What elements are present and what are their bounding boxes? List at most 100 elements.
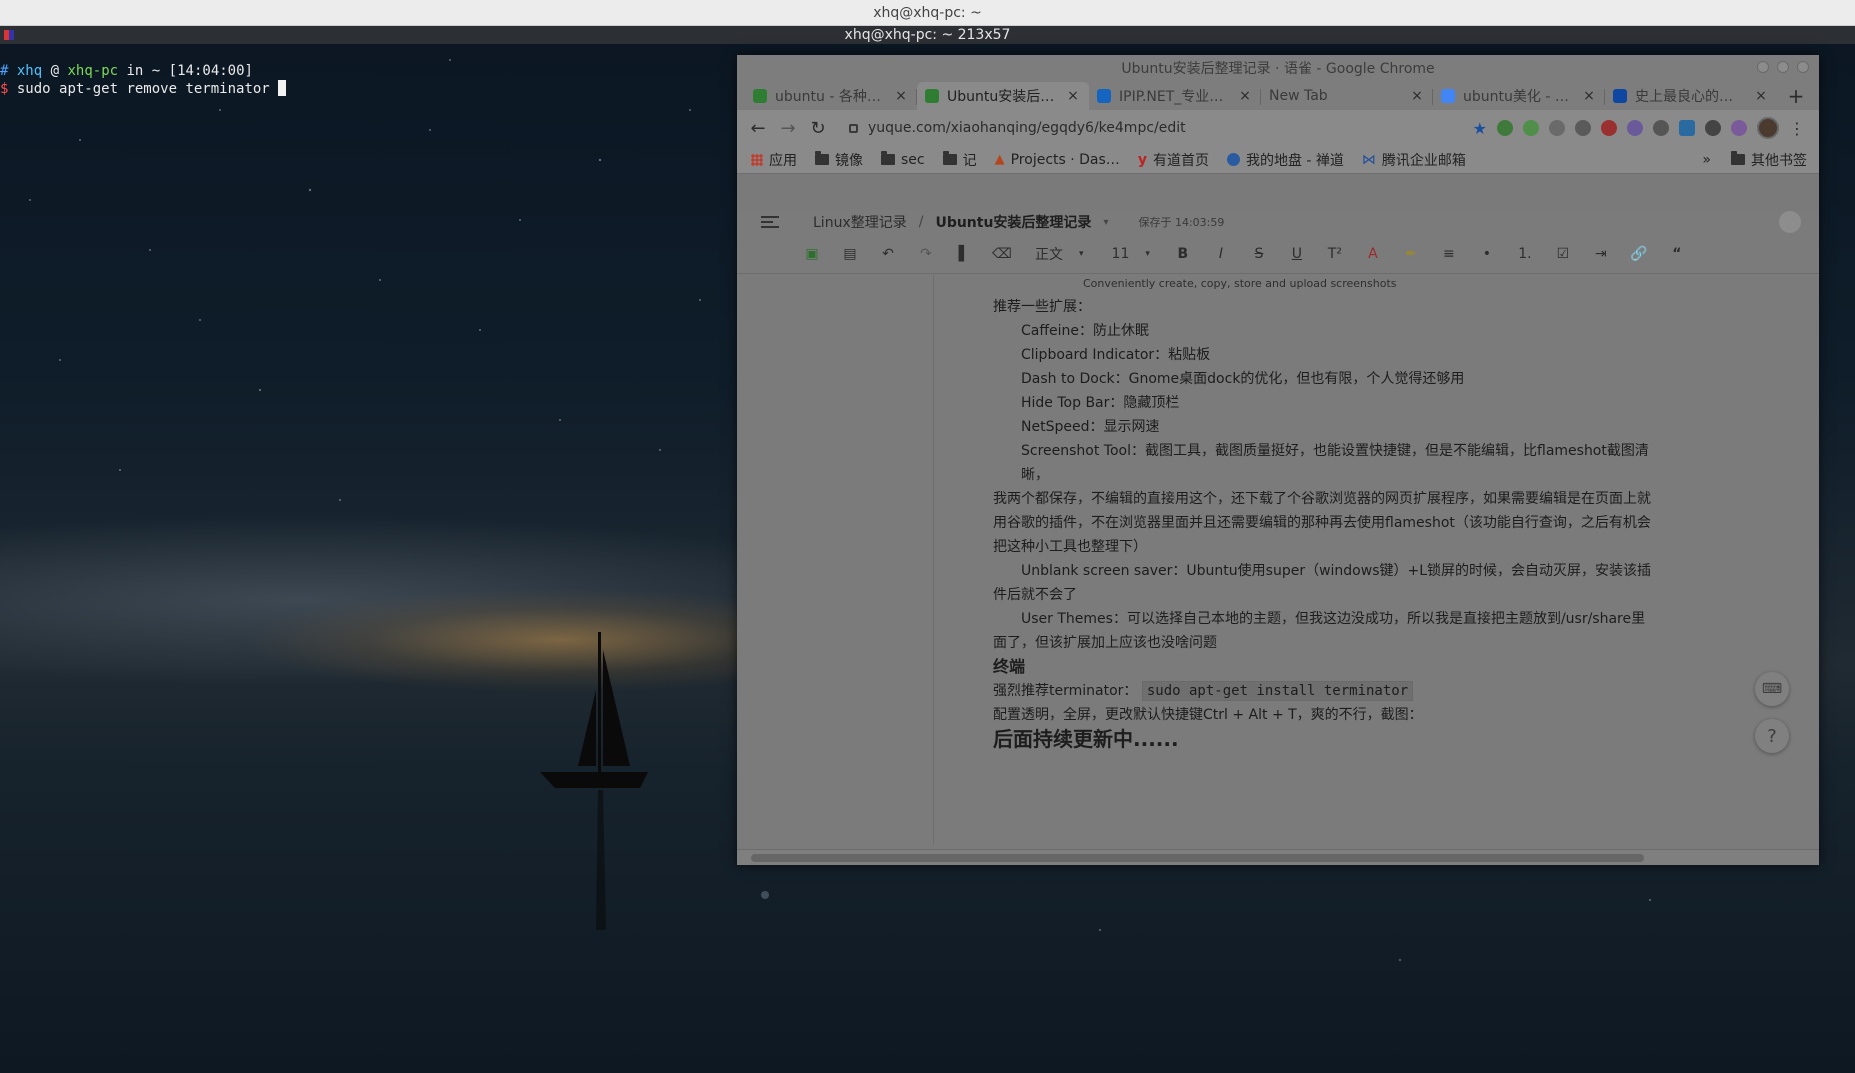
font-size-select[interactable]: 11 ▾ — [1106, 243, 1156, 265]
superscript-icon[interactable]: T² — [1324, 243, 1346, 265]
chrome-menu-icon[interactable]: ⋮ — [1789, 119, 1805, 138]
keyboard-shortcut-button[interactable]: ⌨ — [1755, 672, 1789, 706]
list-item: Caffeine：防止休眠 — [1021, 323, 1149, 339]
font-color-icon[interactable]: A — [1362, 243, 1384, 265]
prompt-cwd: ~ — [151, 63, 161, 79]
bookmark-zentao[interactable]: 我的地盘 - 禅道 — [1226, 150, 1344, 170]
extension-feather-icon[interactable] — [1705, 120, 1721, 136]
maximize-button[interactable] — [1777, 61, 1789, 73]
strikethrough-icon[interactable]: S — [1248, 243, 1270, 265]
list-item: Dash to Dock：Gnome桌面dock的优化，但也有限，个人觉得还够用 — [1021, 371, 1465, 387]
tab-label: IPIP.NET_专业… — [1119, 89, 1224, 105]
tab-ubuntu-various[interactable]: ubuntu - 各种… × — [745, 82, 917, 110]
extension-blue-square-icon[interactable] — [1679, 120, 1695, 136]
bold-icon[interactable]: B — [1172, 243, 1194, 265]
save-icon[interactable]: ▤ — [839, 243, 861, 265]
terminator-recommend-text: 强烈推荐terminator： — [993, 683, 1138, 699]
prompt-time: [14:04:00] — [168, 63, 253, 79]
paragraph-style-select[interactable]: 正文 ▾ — [1029, 243, 1090, 265]
insert-icon[interactable]: ▣ — [801, 243, 823, 265]
collaborator-avatar[interactable] — [1779, 211, 1801, 233]
tab-ubuntu-setup-notes[interactable]: Ubuntu安装后… × — [917, 82, 1089, 110]
address-bar[interactable]: yuque.com/xiaohanqing/egqdy6/ke4mpc/edit… — [845, 114, 1487, 142]
command-line[interactable]: $ sudo apt-get remove terminator — [0, 80, 740, 98]
bookmark-sec[interactable]: sec — [881, 151, 925, 168]
indent-icon[interactable]: ⇥ — [1590, 243, 1612, 265]
doc-content[interactable]: 推荐一些扩展： Caffeine：防止休眠 Clipboard Indicato… — [993, 295, 1653, 751]
window-controls — [1757, 61, 1809, 73]
bookmark-tencent-mail[interactable]: ⋈ 腾讯企业邮箱 — [1362, 150, 1466, 170]
underline-icon[interactable]: U — [1286, 243, 1308, 265]
horizontal-scrollbar[interactable] — [737, 849, 1819, 865]
url-text[interactable]: yuque.com/xiaohanqing/egqdy6/ke4mpc/edit — [868, 120, 1463, 136]
task-list-icon[interactable]: ☑ — [1552, 243, 1574, 265]
tab-close-icon[interactable]: × — [1237, 88, 1253, 104]
bookmark-star-icon[interactable]: ★ — [1473, 119, 1487, 138]
ordered-list-icon[interactable]: 1. — [1514, 243, 1536, 265]
bookmark-mirror[interactable]: 镜像 — [815, 150, 863, 170]
menu-icon[interactable] — [761, 216, 779, 228]
format-painter-icon[interactable]: ▌ — [953, 243, 975, 265]
folder-icon — [815, 151, 829, 165]
bookmark-notes[interactable]: 记 — [942, 150, 977, 170]
tab-close-icon[interactable]: × — [1409, 88, 1425, 104]
extension-red-icon[interactable] — [1601, 120, 1617, 136]
folder-icon — [942, 151, 957, 165]
redo-icon[interactable]: ↷ — [915, 243, 937, 265]
zentao-icon — [1226, 153, 1240, 166]
minimize-button[interactable] — [1757, 61, 1769, 73]
more-updates-heading: 后面持续更新中...... — [993, 727, 1179, 751]
terminal-output[interactable]: # xhq @ xhq-pc in ~ [14:04:00] $ sudo ap… — [0, 62, 740, 102]
close-window-button[interactable] — [1797, 61, 1809, 73]
help-button[interactable]: ? — [1755, 719, 1789, 753]
bookmarks-overflow-button[interactable]: » — [1702, 152, 1711, 168]
link-icon[interactable]: 🔗 — [1628, 243, 1650, 265]
terminal-size-title: xhq@xhq-pc: ~ 213x57 — [844, 27, 1011, 43]
tab-close-icon[interactable]: × — [1753, 88, 1769, 104]
profile-avatar[interactable] — [1757, 117, 1779, 139]
bookmark-apps[interactable]: 应用 — [751, 150, 797, 170]
extension-shield-icon[interactable] — [1497, 120, 1513, 136]
new-tab-button[interactable]: + — [1781, 82, 1811, 110]
back-arrow-icon[interactable]: ← — [743, 113, 773, 143]
bookmark-youdao[interactable]: y 有道首页 — [1138, 150, 1209, 170]
bookmark-gitlab-projects[interactable]: ▲ Projects · Das… — [995, 152, 1120, 168]
bookmark-label: 有道首页 — [1152, 152, 1209, 169]
folder-icon — [1731, 151, 1745, 165]
extension-circle-icon[interactable] — [1575, 120, 1591, 136]
outline-rail — [737, 275, 934, 845]
italic-icon[interactable]: I — [1210, 243, 1232, 265]
tab-ubuntu-beautify[interactable]: ubuntu美化 - … × — [1433, 82, 1605, 110]
extension-qr-icon[interactable] — [1653, 120, 1669, 136]
tab-ipip-net[interactable]: IPIP.NET_专业… × — [1089, 82, 1261, 110]
quote-icon[interactable]: “ — [1666, 243, 1688, 265]
align-icon[interactable]: ≡ — [1438, 243, 1460, 265]
other-bookmarks[interactable]: 其他书签 — [1731, 150, 1807, 170]
breadcrumb-parent[interactable]: Linux整理记录 — [813, 212, 907, 232]
user-themes-text: User Themes：可以选择自己本地的主题，但我这边没成功，所以我是直接把主… — [993, 611, 1646, 651]
extension-sync-icon[interactable] — [1627, 120, 1643, 136]
list-item: NetSpeed：显示网速 — [1021, 419, 1160, 435]
tab-close-icon[interactable]: × — [1581, 88, 1597, 104]
clear-format-icon[interactable]: ⌫ — [991, 243, 1013, 265]
extension-green-icon[interactable] — [1523, 120, 1539, 136]
forward-arrow-icon[interactable]: → — [773, 113, 803, 143]
command-text[interactable]: sudo apt-get remove terminator — [17, 81, 270, 97]
sailboat-silhouette — [540, 632, 648, 930]
chevron-down-icon[interactable]: ▾ — [1103, 217, 1108, 228]
gitlab-icon: ▲ — [994, 152, 1005, 167]
tab-close-icon[interactable]: × — [893, 88, 909, 104]
tab-close-icon[interactable]: × — [1065, 88, 1081, 104]
extension-pen-icon[interactable] — [1731, 120, 1747, 136]
undo-icon[interactable]: ↶ — [877, 243, 899, 265]
tab-new-tab[interactable]: New Tab × — [1261, 82, 1433, 110]
extension-screenshot-icon[interactable] — [1549, 120, 1565, 136]
bookmark-label: 记 — [962, 152, 977, 169]
reload-icon[interactable]: ↻ — [803, 113, 833, 143]
doc-title[interactable]: Ubuntu安装后整理记录 — [935, 212, 1091, 232]
highlight-icon[interactable]: ✒ — [1400, 243, 1422, 265]
unblank-paragraph: Unblank screen saver：Ubuntu使用super（windo… — [993, 559, 1653, 607]
tab-zhihu[interactable]: 史上最良心的… × — [1605, 82, 1777, 110]
scrollbar-thumb[interactable] — [751, 854, 1644, 862]
bullet-list-icon[interactable]: • — [1476, 243, 1498, 265]
